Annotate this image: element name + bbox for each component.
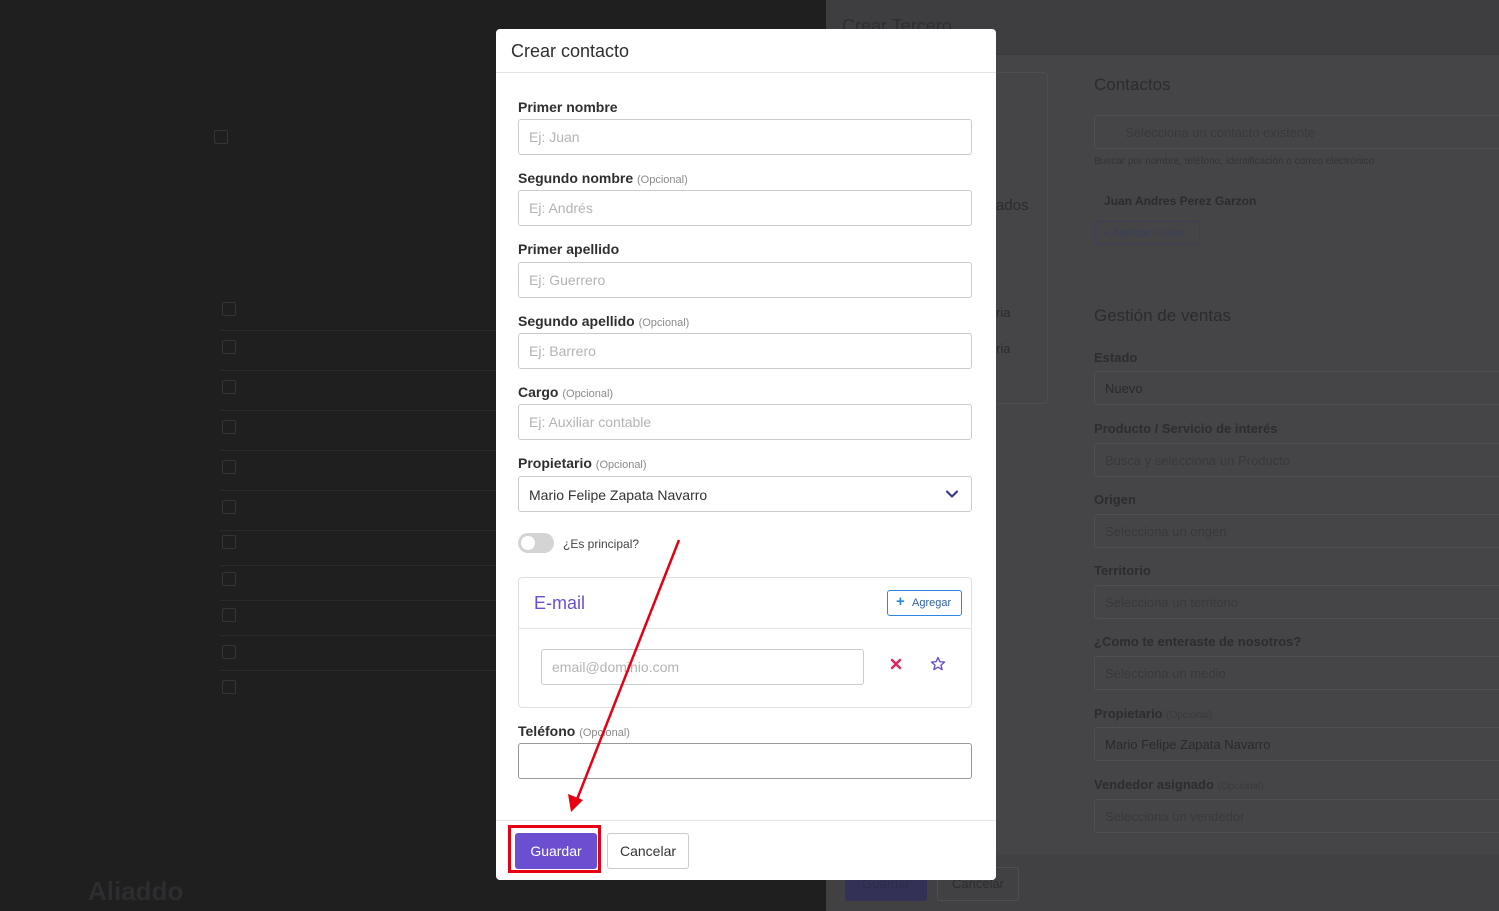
is-main-toggle[interactable] <box>518 533 554 553</box>
origen-label: Origen <box>1094 492 1136 507</box>
producto-placeholder: Busca y selecciona un Producto <box>1105 453 1290 468</box>
owner-label: Propietario (Opcional) <box>518 455 647 471</box>
existing-contact: Juan Andres Perez Garzon <box>1104 194 1257 208</box>
sidebar-fragment: ria <box>996 341 1011 356</box>
estado-label: Estado <box>1094 350 1138 365</box>
optional-tag: (Opcional) <box>562 388 614 400</box>
position-input[interactable] <box>518 404 972 440</box>
table-row <box>220 490 500 491</box>
cancel-button[interactable]: Cancelar <box>607 833 689 869</box>
add-new-contact-button: + Agregar nuevo <box>1094 221 1200 245</box>
checkbox <box>222 680 236 694</box>
save-button[interactable]: Guardar <box>515 833 597 869</box>
vendedor-placeholder: Selecciona un vendedor <box>1105 809 1245 824</box>
table-row <box>220 410 500 411</box>
propietario-label: Propietario (Opcional) <box>1094 706 1213 721</box>
optional-tag: (Opcional) <box>637 174 688 186</box>
second-surname-label: Segundo apellido (Opcional) <box>518 313 690 329</box>
chevron-down-icon <box>945 490 959 498</box>
checkbox <box>222 500 236 514</box>
modal-title: Crear contacto <box>511 41 630 61</box>
table-row <box>220 370 500 371</box>
sidebar-fragment: ria <box>996 305 1011 320</box>
optional-tag: (Opcional) <box>638 317 690 329</box>
propietario-value: Mario Felipe Zapata Navarro <box>1105 737 1271 752</box>
checkbox <box>222 645 236 659</box>
optional-tag: (Opcional) <box>595 459 647 471</box>
close-icon[interactable] <box>889 657 903 671</box>
second-surname-input[interactable] <box>518 333 972 369</box>
optional-tag: (Opcional) <box>579 727 630 739</box>
modal-header: Crear contacto <box>496 29 996 73</box>
is-main-label: ¿Es principal? <box>563 537 640 551</box>
table-row <box>220 565 500 566</box>
contact-search-placeholder: Selecciona un contacto existente <box>1125 125 1316 140</box>
estado-value: Nuevo <box>1105 381 1143 396</box>
modal-footer: Guardar Cancelar <box>496 820 996 881</box>
table-row <box>220 635 500 636</box>
vendedor-label: Vendedor asignado (Opcional) <box>1094 777 1264 792</box>
toggle-knob <box>521 536 535 550</box>
owner-select[interactable]: Mario Felipe Zapata Navarro <box>518 476 972 512</box>
propietario-select: Mario Felipe Zapata Navarro <box>1094 727 1499 761</box>
territorio-label: Territorio <box>1094 563 1151 578</box>
first-surname-input[interactable] <box>518 262 972 298</box>
table-row <box>220 450 500 451</box>
como-label: ¿Como te enteraste de nosotros? <box>1094 634 1302 649</box>
checkbox <box>222 420 236 434</box>
phone-input[interactable] <box>518 743 972 779</box>
estado-select: Nuevo <box>1094 371 1499 405</box>
checkbox <box>222 608 236 622</box>
checkbox <box>214 130 228 144</box>
como-select: Selecciona un medio <box>1094 656 1499 690</box>
middle-name-input[interactable] <box>518 190 972 226</box>
email-input[interactable] <box>541 649 864 685</box>
add-email-label: Agregar <box>912 597 952 609</box>
checkbox <box>222 340 236 354</box>
table-row <box>220 330 500 331</box>
first-name-input[interactable] <box>518 119 972 155</box>
checkbox <box>222 302 236 316</box>
producto-select: Busca y selecciona un Producto <box>1094 443 1499 477</box>
email-section: E-mail + Agregar <box>518 577 972 708</box>
app-logo: Aliaddo <box>88 876 184 906</box>
position-label: Cargo (Opcional) <box>518 384 614 400</box>
middle-name-label: Segundo nombre (Opcional) <box>518 170 688 186</box>
checkbox <box>222 460 236 474</box>
first-name-label: Primer nombre <box>518 99 618 115</box>
territorio-select: Selecciona un territorio <box>1094 585 1499 619</box>
territorio-placeholder: Selecciona un territorio <box>1105 595 1238 610</box>
first-surname-label: Primer apellido <box>518 241 620 257</box>
phone-label: Teléfono (Opcional) <box>518 723 630 739</box>
create-contact-modal: Crear contacto Primer nombre Segundo nom… <box>496 29 996 880</box>
producto-label: Producto / Servicio de interés <box>1094 421 1278 436</box>
sales-title: Gestión de ventas <box>1094 306 1232 325</box>
contact-search-input: Selecciona un contacto existente <box>1094 115 1499 149</box>
como-placeholder: Selecciona un medio <box>1105 666 1226 681</box>
contacts-title: Contactos <box>1094 75 1171 94</box>
table-row <box>220 670 500 671</box>
owner-value: Mario Felipe Zapata Navarro <box>529 487 708 503</box>
checkbox <box>222 535 236 549</box>
origen-select: Selecciona un origen <box>1094 514 1499 548</box>
contact-search-hint: Buscar por nombre, teléfono, identificac… <box>1094 156 1375 167</box>
email-section-header: E-mail + Agregar <box>519 578 971 629</box>
star-icon[interactable] <box>930 656 946 672</box>
checkbox <box>222 380 236 394</box>
table-row <box>220 600 500 601</box>
add-email-button[interactable]: + Agregar <box>887 590 962 616</box>
checkbox <box>222 572 236 586</box>
table-row <box>220 530 500 531</box>
origen-placeholder: Selecciona un origen <box>1105 524 1227 539</box>
sidebar-fragment: ados <box>996 197 1029 214</box>
vendedor-select: Selecciona un vendedor <box>1094 799 1499 833</box>
email-section-title: E-mail <box>534 593 586 613</box>
plus-icon: + <box>896 593 905 610</box>
